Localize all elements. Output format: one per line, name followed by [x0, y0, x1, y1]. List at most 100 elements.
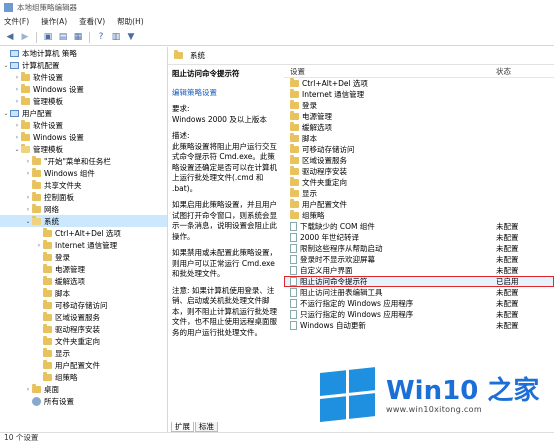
menu-action[interactable]: 操作(A) — [41, 16, 67, 27]
folder-icon — [43, 323, 52, 333]
tree-item[interactable]: › 软件设置 — [0, 71, 167, 83]
list-item[interactable]: 只运行指定的 Windows 应用程序 未配置 — [284, 309, 554, 320]
tree-item[interactable]: › Internet 通信管理 — [0, 239, 167, 251]
list-item[interactable]: 缓解选项 — [284, 122, 554, 133]
tree-item-label: 控制面板 — [44, 192, 74, 202]
toolbar-divider — [89, 31, 90, 43]
properties-icon[interactable]: ▥ — [110, 31, 122, 43]
tree-item[interactable]: 所有设置 — [0, 395, 167, 407]
tree-item[interactable]: 登录 — [0, 251, 167, 263]
expand-toggle-icon[interactable]: › — [24, 206, 32, 213]
expand-toggle-icon[interactable]: ⌄ — [13, 146, 21, 153]
tree-item-label: 用户配置 — [22, 108, 52, 118]
list-item[interactable]: 不运行指定的 Windows 应用程序 未配置 — [284, 298, 554, 309]
list-item[interactable]: 阻止访问命令提示符 已启用 — [284, 276, 554, 287]
list-item[interactable]: 下载缺少的 COM 组件 未配置 — [284, 221, 554, 232]
tree-item[interactable]: › Windows 设置 — [0, 83, 167, 95]
forward-icon[interactable]: ▶ — [19, 31, 31, 43]
menu-file[interactable]: 文件(F) — [4, 16, 29, 27]
expand-toggle-icon[interactable]: › — [24, 386, 32, 393]
tree-item[interactable]: 共享文件夹 — [0, 179, 167, 191]
column-state[interactable]: 状态 — [496, 66, 554, 77]
tree-item[interactable]: 可移动存储访问 — [0, 299, 167, 311]
expand-toggle-icon[interactable]: › — [24, 170, 32, 177]
tree-item[interactable]: 区域设置服务 — [0, 311, 167, 323]
setting-name: 驱动程序安装 — [302, 167, 347, 176]
tree-item-label: 用户配置文件 — [55, 360, 100, 370]
setting-name: 只运行指定的 Windows 应用程序 — [300, 310, 414, 319]
tree-item[interactable]: 本地计算机 策略 — [0, 47, 167, 59]
expand-toggle-icon[interactable]: › — [13, 86, 21, 93]
list-item[interactable]: 限制这些程序从帮助启动 未配置 — [284, 243, 554, 254]
tree-item[interactable]: › Windows 设置 — [0, 131, 167, 143]
tab-standard[interactable]: 标准 — [195, 422, 218, 432]
list-item[interactable]: 用户配置文件 — [284, 199, 554, 210]
list-item[interactable]: 阻止访问注册表编辑工具 未配置 — [284, 287, 554, 298]
filter-icon[interactable]: ▼ — [125, 31, 137, 43]
tree-item[interactable]: 缓解选项 — [0, 275, 167, 287]
policy-setting-icon — [290, 288, 297, 297]
expand-toggle-icon[interactable]: › — [35, 242, 43, 249]
tree-item-label: 软件设置 — [33, 72, 63, 82]
list-item[interactable]: Windows 自动更新 未配置 — [284, 320, 554, 331]
expand-toggle-icon[interactable]: › — [13, 74, 21, 81]
back-icon[interactable]: ◀ — [4, 31, 16, 43]
list-item[interactable]: 脚本 — [284, 133, 554, 144]
policy-setting-icon — [290, 321, 297, 330]
list-item[interactable]: 登录 — [284, 100, 554, 111]
list-item[interactable]: 可移动存储访问 — [284, 144, 554, 155]
help-icon[interactable]: ? — [95, 31, 107, 43]
tree-item-label: 缓解选项 — [55, 276, 85, 286]
show-tree-icon[interactable]: ▤ — [57, 31, 69, 43]
tree-item[interactable]: ⌄ 系统 — [0, 215, 167, 227]
menu-help[interactable]: 帮助(H) — [117, 16, 144, 27]
list-item[interactable]: 电源管理 — [284, 111, 554, 122]
folder-icon — [32, 179, 41, 189]
tree-item[interactable]: 组策略 — [0, 371, 167, 383]
tree-item[interactable]: ⌄ 管理模板 — [0, 143, 167, 155]
expand-toggle-icon[interactable]: › — [13, 134, 21, 141]
tree-item[interactable]: 脚本 — [0, 287, 167, 299]
list-item[interactable]: 驱动程序安装 — [284, 166, 554, 177]
tree-item[interactable]: 驱动程序安装 — [0, 323, 167, 335]
tree-item[interactable]: ⌄ 计算机配置 — [0, 59, 167, 71]
expand-toggle-icon[interactable]: › — [13, 122, 21, 129]
export-list-icon[interactable]: ▦ — [72, 31, 84, 43]
list-item[interactable]: 2000 年世纪转译 未配置 — [284, 232, 554, 243]
tree-item[interactable]: ⌄ 用户配置 — [0, 107, 167, 119]
up-folder-icon[interactable]: ▣ — [42, 31, 54, 43]
tree-item[interactable]: › 管理模板 — [0, 95, 167, 107]
tree-item[interactable]: 显示 — [0, 347, 167, 359]
tree-item[interactable]: 文件夹重定向 — [0, 335, 167, 347]
tree-item[interactable]: 用户配置文件 — [0, 359, 167, 371]
tree-item[interactable]: › 软件设置 — [0, 119, 167, 131]
list-item[interactable]: Internet 通信管理 — [284, 89, 554, 100]
list-item[interactable]: 显示 — [284, 188, 554, 199]
tree-item[interactable]: › 网络 — [0, 203, 167, 215]
tree-item[interactable]: › 控制面板 — [0, 191, 167, 203]
expand-toggle-icon[interactable]: ⌄ — [2, 110, 10, 117]
expand-toggle-icon[interactable]: › — [24, 158, 32, 165]
expand-toggle-icon[interactable]: › — [13, 98, 21, 105]
menu-view[interactable]: 查看(V) — [79, 16, 105, 27]
expand-toggle-icon[interactable]: › — [24, 194, 32, 201]
expand-toggle-icon[interactable]: ⌄ — [24, 218, 32, 225]
tree-item[interactable]: Ctrl+Alt+Del 选项 — [0, 227, 167, 239]
folder-icon — [43, 335, 52, 345]
list-item[interactable]: 区域设置服务 — [284, 155, 554, 166]
tree-item[interactable]: › 桌面 — [0, 383, 167, 395]
edit-policy-link[interactable]: 编辑策略设置 — [172, 88, 217, 97]
list-item[interactable]: Ctrl+Alt+Del 选项 — [284, 78, 554, 89]
expand-toggle-icon[interactable]: ⌄ — [2, 62, 10, 69]
tree-item-label: 组策略 — [55, 372, 78, 382]
column-setting[interactable]: 设置 — [284, 66, 496, 77]
tree-item[interactable]: › Windows 组件 — [0, 167, 167, 179]
tab-extended[interactable]: 扩展 — [171, 422, 194, 432]
list-item[interactable]: 登录时不显示欢迎屏幕 未配置 — [284, 254, 554, 265]
list-item[interactable]: 文件夹重定向 — [284, 177, 554, 188]
tree-item[interactable]: 电源管理 — [0, 263, 167, 275]
setting-name: 2000 年世纪转译 — [300, 233, 359, 242]
list-item[interactable]: 自定义用户界面 未配置 — [284, 265, 554, 276]
tree-item[interactable]: › "开始"菜单和任务栏 — [0, 155, 167, 167]
list-item[interactable]: 组策略 — [284, 210, 554, 221]
